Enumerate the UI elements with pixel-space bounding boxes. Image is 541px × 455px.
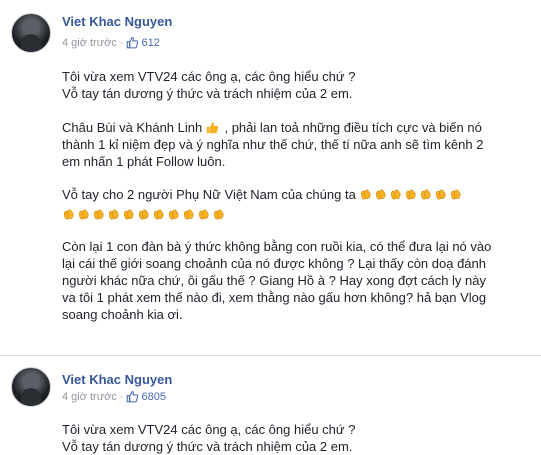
author-name[interactable]: Viet Khac Nguyen — [62, 372, 172, 387]
clapping-hands-emoji — [421, 189, 431, 200]
text-line: Tôi vừa xem VTV24 các ông ạ, các ông hiể… — [62, 69, 356, 84]
clap-emoji-row — [62, 206, 532, 223]
post-meta: 4 giờ trước · 612 — [62, 36, 160, 49]
text-line: Vỗ tay tán dương ý thức và trách nhiệm c… — [62, 86, 353, 101]
thumbs-up-icon — [127, 391, 139, 403]
post-body: Còn lại 1 con đàn bà ý thức không bằng c… — [62, 238, 532, 323]
post-divider — [0, 355, 541, 356]
clapping-hands-emoji — [183, 209, 194, 220]
clapping-hands-emoji — [63, 209, 74, 220]
clapping-hands-emoji — [451, 189, 461, 200]
post-body: Tôi vừa xem VTV24 các ông ạ, các ông hiể… — [62, 68, 532, 102]
like-count: 612 — [141, 36, 160, 49]
text-line: Vỗ tay cho 2 người Phụ Nữ Việt Nam của c… — [62, 186, 532, 203]
text-line: em nhấn 1 phát Follow luôn. — [62, 154, 226, 169]
post-time[interactable]: 4 giờ trước — [62, 391, 117, 403]
clapping-hands-emoji — [406, 189, 416, 200]
meta-separator: · — [119, 36, 124, 49]
clapping-hands-emoji — [361, 189, 371, 200]
post-meta: 4 giờ trước · 6805 — [62, 390, 166, 403]
clapping-hands-emoji — [108, 209, 119, 220]
clapping-hands-emoji — [436, 189, 446, 200]
text-line: soang choảnh kia ơi. — [62, 307, 183, 322]
clapping-hands-emoji — [376, 189, 386, 200]
text-fragment: , phải lan toả những điều tích cực và bi… — [224, 120, 482, 135]
author-name[interactable]: Viet Khac Nguyen — [62, 14, 172, 29]
text-line: người khác nữa chứ, ôi gấu thế ? Giang H… — [62, 273, 487, 288]
thumbs-up-icon — [127, 37, 139, 49]
text-fragment: Vỗ tay cho 2 người Phụ Nữ Việt Nam của c… — [62, 187, 356, 202]
text-line: Còn lại 1 con đàn bà ý thức không bằng c… — [62, 239, 492, 254]
text-fragment: Châu Bùi và Khánh Linh — [62, 120, 203, 135]
post-body: Vỗ tay cho 2 người Phụ Nữ Việt Nam của c… — [62, 186, 532, 223]
clapping-hands-emoji — [138, 209, 149, 220]
clapping-hands-emoji — [123, 209, 134, 220]
clapping-hands-emoji — [168, 209, 179, 220]
thumbs-up-emoji — [206, 122, 219, 134]
clap-emoji-row — [359, 187, 464, 202]
text-line: lại cái thế giới soang choảnh của nó đượ… — [62, 256, 486, 271]
post: Viet Khac Nguyen 4 giờ trước · 612 Tôi v… — [0, 0, 541, 355]
text-line: thành 1 kỉ niệm đẹp và ý nghĩa như thế c… — [62, 137, 484, 152]
text-line: Châu Bùi và Khánh Linh , phải lan toả nh… — [62, 119, 532, 136]
clapping-hands-emoji — [213, 209, 224, 220]
avatar[interactable] — [11, 367, 51, 407]
text-line: Tôi vừa xem VTV24 các ông ạ, các ông hiể… — [62, 422, 356, 437]
like-count: 6805 — [141, 390, 166, 403]
clapping-hands-emoji — [78, 209, 89, 220]
meta-separator: · — [119, 390, 124, 403]
clapping-hands-emoji — [93, 209, 104, 220]
clapping-hands-emoji — [153, 209, 164, 220]
clapping-hands-emoji — [198, 209, 209, 220]
post-body: Tôi vừa xem VTV24 các ông ạ, các ông hiể… — [62, 421, 532, 455]
clapping-hands-emoji — [391, 189, 401, 200]
post: Viet Khac Nguyen 4 giờ trước · 6805 Tôi … — [0, 355, 541, 454]
text-line: Vỗ tay tán dương ý thức và trách nhiệm c… — [62, 439, 353, 454]
avatar[interactable] — [11, 13, 51, 53]
post-time[interactable]: 4 giờ trước — [62, 37, 117, 49]
like-count-link[interactable]: 6805 — [126, 390, 166, 403]
post-body: Châu Bùi và Khánh Linh , phải lan toả nh… — [62, 119, 532, 170]
text-line: va tôi 1 phát xem thế nào đi, xem thằng … — [62, 290, 487, 305]
like-count-link[interactable]: 612 — [126, 36, 160, 49]
